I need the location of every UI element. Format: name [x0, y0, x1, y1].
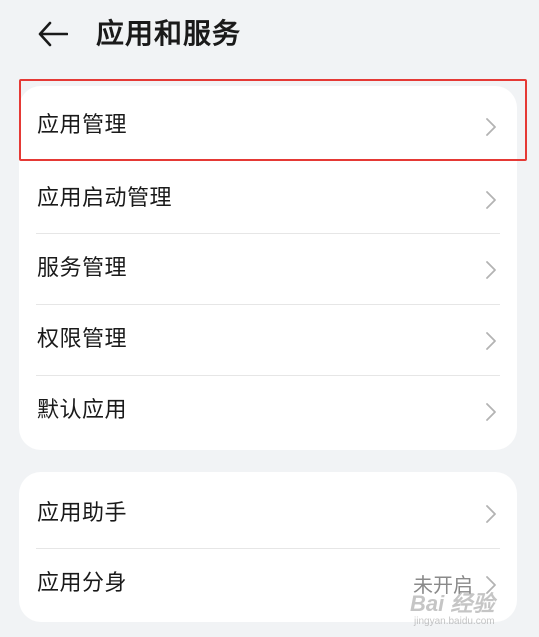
watermark-url: jingyan.baidu.com [414, 616, 495, 627]
settings-item-label: 应用助手 [37, 501, 128, 526]
settings-item-app-management[interactable]: 应用管理 [19, 86, 517, 166]
chevron-right-icon [486, 403, 496, 421]
settings-item-label: 应用启动管理 [37, 186, 173, 211]
chevron-right-icon [486, 505, 496, 523]
settings-item-service-management[interactable]: 服务管理 [19, 234, 517, 304]
chevron-right-icon [486, 118, 496, 136]
settings-card-apps: 应用管理 应用启动管理 服务管理 权限管理 默认应用 [19, 86, 517, 450]
chevron-right-icon [486, 191, 496, 209]
settings-item-app-launch-management[interactable]: 应用启动管理 [19, 166, 517, 236]
chevron-right-icon [486, 332, 496, 350]
settings-item-label: 应用分身 [37, 571, 128, 596]
settings-item-permission-management[interactable]: 权限管理 [19, 305, 517, 375]
arrow-left-icon [38, 21, 68, 47]
settings-item-default-apps[interactable]: 默认应用 [19, 376, 517, 450]
back-button[interactable] [30, 12, 74, 56]
settings-item-label: 默认应用 [37, 398, 128, 423]
settings-item-label: 应用管理 [37, 113, 128, 138]
settings-item-label: 权限管理 [37, 327, 128, 352]
settings-item-app-assistant[interactable]: 应用助手 [19, 472, 517, 548]
watermark-logo-text: Bai 经验 [410, 591, 495, 616]
top-app-bar: 应用和服务 [0, 0, 539, 68]
settings-item-label: 服务管理 [37, 256, 128, 281]
chevron-right-icon [486, 261, 496, 279]
baidu-watermark: Bai 经验 jingyan.baidu.com [410, 586, 520, 636]
page-title: 应用和服务 [96, 17, 242, 50]
